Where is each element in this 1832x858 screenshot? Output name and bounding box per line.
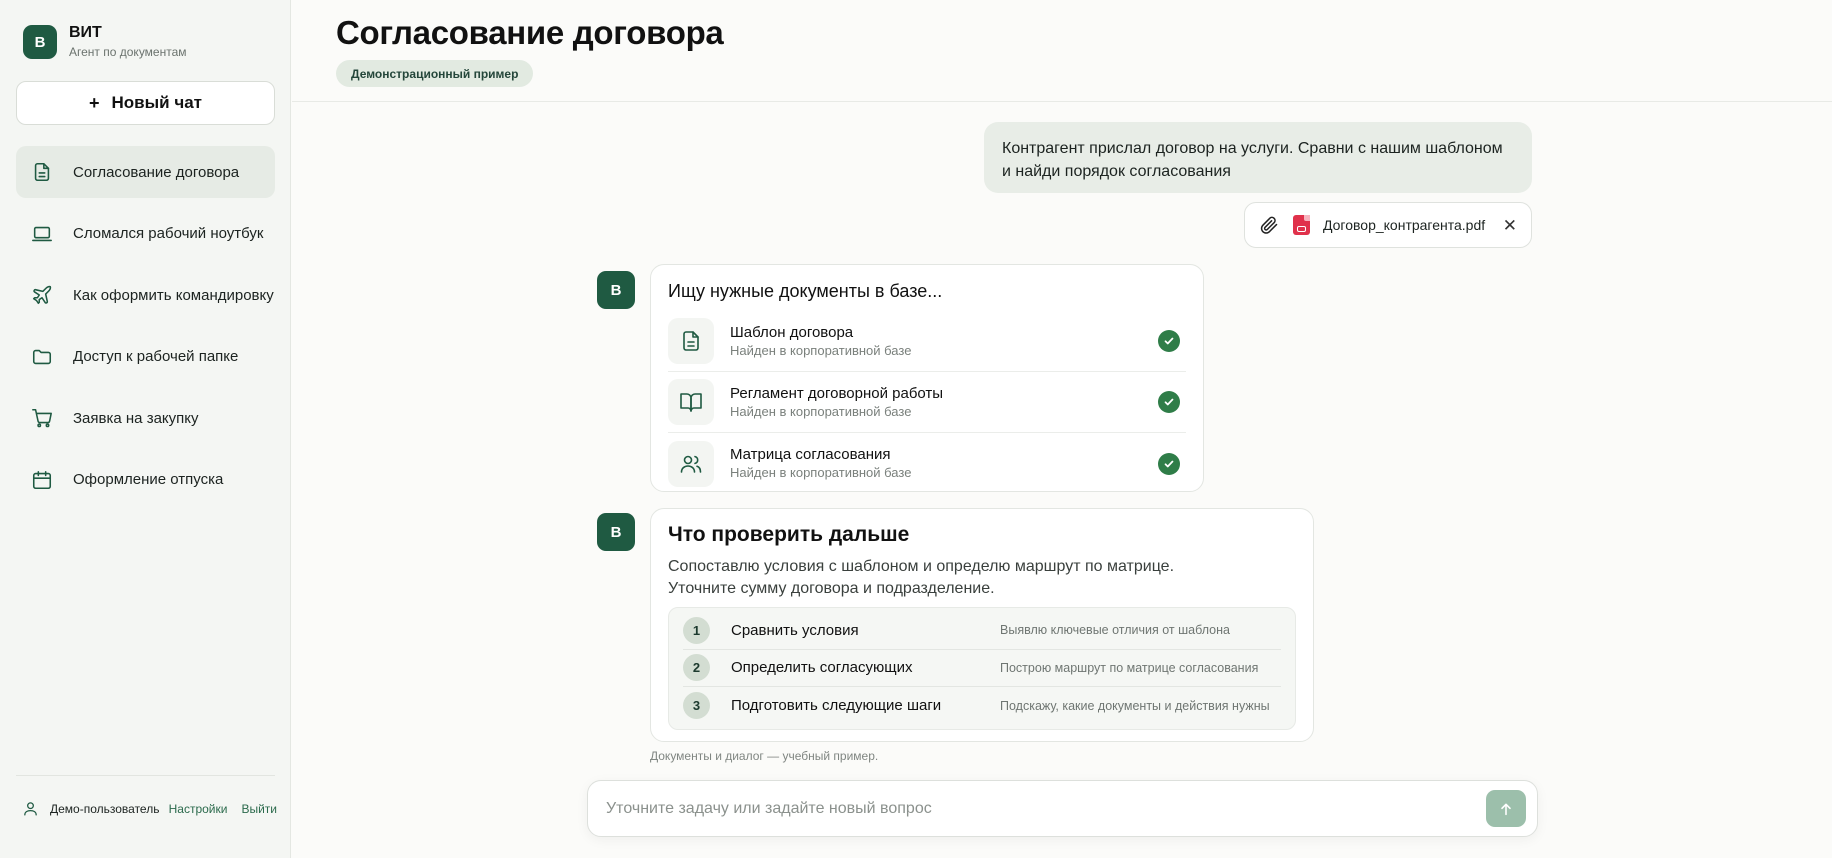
sidebar-item-label: Доступ к рабочей папке bbox=[73, 348, 239, 365]
search-heading: Ищу нужные документы в базе... bbox=[668, 281, 943, 301]
step-description: Построю маршрут по матрице согласования bbox=[1000, 660, 1259, 675]
message-input[interactable] bbox=[606, 799, 1486, 818]
folder-icon bbox=[32, 349, 52, 364]
step-description: Выявлю ключевые отличия от шаблона bbox=[1000, 623, 1230, 638]
step-title: Подготовить следующие шаги bbox=[731, 697, 942, 715]
sidebar-item-vacation[interactable]: Оформление отпуска bbox=[16, 454, 275, 506]
step-title: Определить согласующих bbox=[731, 659, 913, 677]
step-row: 2 Определить согласующих Построю маршрут… bbox=[683, 650, 1281, 687]
check-icon bbox=[1158, 452, 1180, 475]
new-chat-label: Новый чат bbox=[111, 93, 202, 112]
sidebar-item-folder-access[interactable]: Доступ к рабочей папке bbox=[16, 331, 275, 383]
check-icon bbox=[1158, 330, 1180, 352]
composer bbox=[587, 780, 1538, 837]
description-line: Сопоставлю условия с шаблоном и определю… bbox=[668, 558, 1175, 575]
arrow-up-icon bbox=[1501, 803, 1511, 815]
step-number: 2 bbox=[683, 654, 710, 682]
sidebar-item-label: Оформление отпуска bbox=[73, 471, 224, 488]
sidebar-item-label: Заявка на закупку bbox=[73, 409, 199, 427]
step-number: 3 bbox=[683, 692, 710, 720]
next-steps-description: Сопоставлю условия с шаблоном и определю… bbox=[668, 556, 1296, 600]
step-row: 1 Сравнить условия Выявлю ключевые отлич… bbox=[683, 612, 1281, 650]
plane-icon bbox=[32, 285, 52, 305]
user-icon bbox=[24, 802, 37, 816]
cart-icon bbox=[32, 408, 52, 428]
brand-name: ВИТ bbox=[69, 24, 102, 41]
calendar-icon bbox=[32, 470, 52, 489]
bot-avatar: В bbox=[597, 271, 635, 309]
sidebar-item-broken-laptop[interactable]: Сломался рабочий ноутбук bbox=[16, 208, 275, 260]
remove-attachment-button[interactable]: ✕ bbox=[1503, 217, 1517, 234]
sidebar-item-contract-approval[interactable]: Согласование договора bbox=[16, 146, 275, 198]
document-status: Найден в корпоративной базе bbox=[730, 342, 912, 358]
laptop-icon bbox=[32, 226, 52, 241]
send-button[interactable] bbox=[1486, 790, 1526, 827]
user-row: Демо-пользователь Настройки Выйти bbox=[22, 800, 277, 817]
sidebar-item-label: Согласование договора bbox=[73, 163, 240, 181]
sidebar-item-business-trip[interactable]: Как оформить командировку bbox=[16, 269, 275, 321]
brand-logo: В bbox=[23, 25, 57, 59]
step-row: 3 Подготовить следующие шаги Подскажу, к… bbox=[683, 687, 1281, 725]
demo-badge: Демонстрационный пример bbox=[336, 60, 534, 87]
sidebar-item-purchase-request[interactable]: Заявка на закупку bbox=[16, 392, 275, 444]
document-title: Матрица согласования bbox=[730, 446, 891, 463]
document-icon bbox=[683, 331, 699, 351]
brand-subtitle: Агент по документам bbox=[69, 45, 187, 59]
settings-link[interactable]: Настройки bbox=[169, 802, 228, 816]
step-description: Подскажу, какие документы и действия нуж… bbox=[1000, 698, 1270, 713]
attachment-filename: Договор_контрагента.pdf bbox=[1323, 217, 1486, 233]
document-status: Найден в корпоративной базе bbox=[730, 403, 912, 419]
document-status: Найден в корпоративной базе bbox=[730, 465, 912, 480]
next-steps-card: Что проверить дальше Сопоставлю условия … bbox=[650, 508, 1314, 742]
page-title: Согласование договора bbox=[336, 14, 724, 51]
sidebar-item-label: Сломался рабочий ноутбук bbox=[73, 225, 264, 242]
plus-icon: + bbox=[89, 92, 100, 113]
brand: В ВИТ Агент по документам bbox=[23, 24, 187, 60]
check-icon bbox=[1158, 391, 1180, 413]
steps-list: 1 Сравнить условия Выявлю ключевые отлич… bbox=[668, 607, 1296, 730]
found-document-row: Матрица согласования Найден в корпоратив… bbox=[668, 433, 1186, 494]
user-name: Демо-пользователь bbox=[50, 801, 160, 816]
step-title: Сравнить условия bbox=[731, 621, 859, 639]
logout-link[interactable]: Выйти bbox=[241, 802, 277, 816]
document-title: Шаблон договора bbox=[730, 323, 854, 341]
next-steps-title: Что проверить дальше bbox=[668, 523, 910, 546]
description-line: Уточните сумму договора и подразделение. bbox=[668, 580, 995, 597]
book-icon bbox=[680, 393, 702, 412]
bot-avatar: В bbox=[597, 513, 635, 551]
attachment-chip[interactable]: Договор_контрагента.pdf ✕ bbox=[1244, 202, 1532, 248]
pdf-file-icon bbox=[1293, 215, 1310, 235]
sidebar: В ВИТ Агент по документам + Новый чат Со… bbox=[0, 0, 291, 858]
user-message: Контрагент прислал договор на услуги. Ср… bbox=[984, 122, 1532, 193]
sidebar-item-label: Как оформить командировку bbox=[73, 286, 274, 304]
chat-list: Согласование договора Сломался рабочий н… bbox=[16, 146, 275, 515]
users-icon bbox=[680, 455, 702, 473]
page-header: Согласование договора Демонстрационный п… bbox=[292, 0, 1832, 102]
found-document-row: Шаблон договора Найден в корпоративной б… bbox=[668, 311, 1186, 372]
found-document-row: Регламент договорной работы Найден в кор… bbox=[668, 372, 1186, 433]
sidebar-divider bbox=[16, 775, 275, 776]
paperclip-icon bbox=[1260, 216, 1278, 234]
document-title: Регламент договорной работы bbox=[730, 384, 944, 402]
document-icon bbox=[34, 162, 50, 182]
footnote: Документы и диалог — учебный пример. bbox=[650, 749, 879, 763]
step-number: 1 bbox=[683, 616, 710, 644]
new-chat-button[interactable]: + Новый чат bbox=[16, 81, 275, 125]
document-search-card: Ищу нужные документы в базе... Шаблон до… bbox=[650, 264, 1204, 492]
